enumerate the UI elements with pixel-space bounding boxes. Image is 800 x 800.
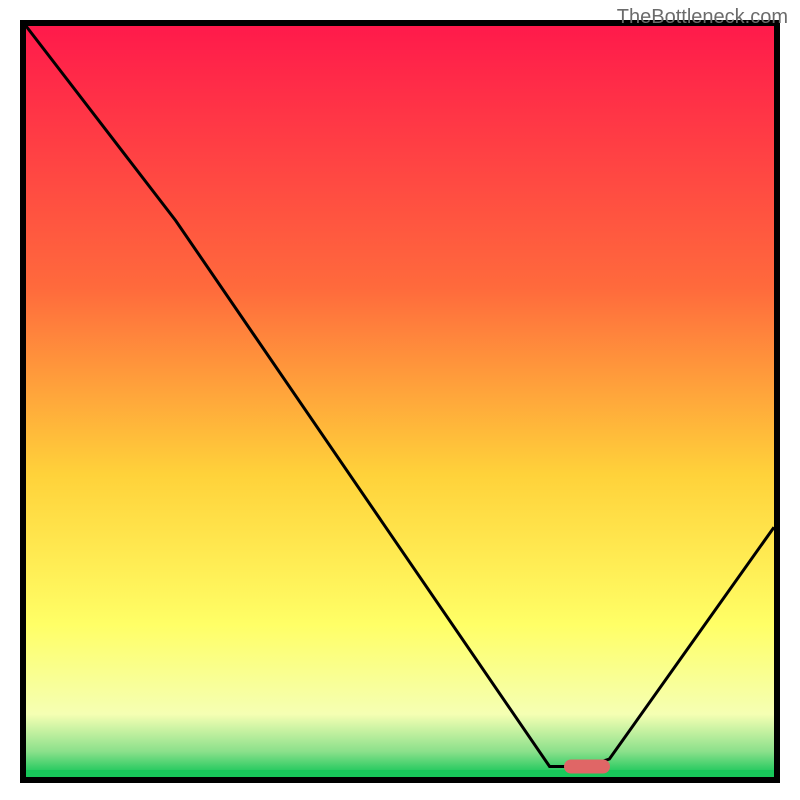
plot-background (26, 26, 774, 774)
chart-container: TheBottleneck.com (0, 0, 800, 800)
attribution-text: TheBottleneck.com (617, 6, 788, 29)
optimal-marker (564, 760, 610, 774)
chart-svg (0, 0, 800, 800)
